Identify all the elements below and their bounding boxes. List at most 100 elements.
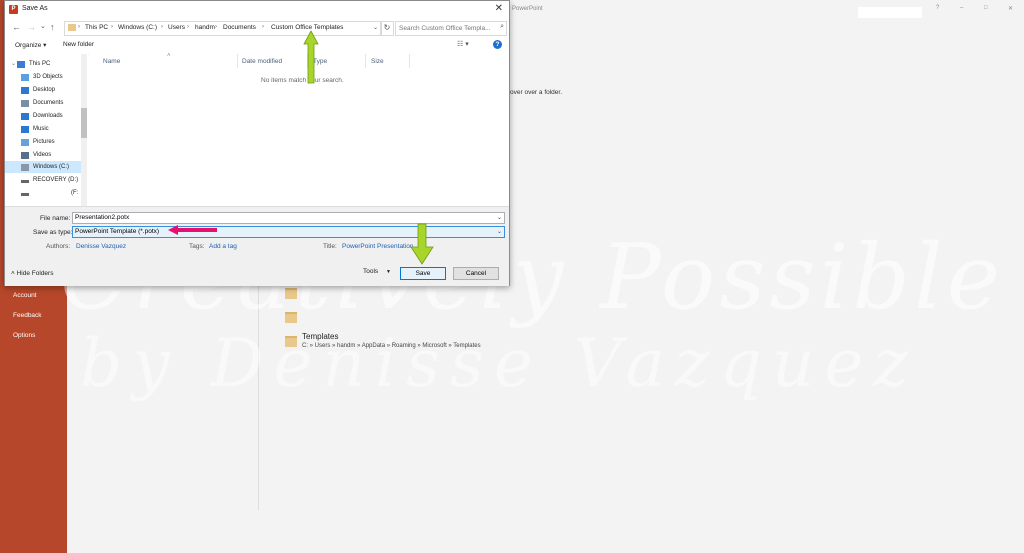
authors-value[interactable]: Denisse Vazquez (76, 243, 126, 250)
breadcrumb-windows-c[interactable]: Windows (C:) (118, 24, 157, 31)
drive-icon (21, 193, 29, 196)
breadcrumb-users[interactable]: Users (168, 24, 185, 31)
nav-options[interactable]: Options (13, 332, 35, 339)
nav-scrollbar[interactable] (81, 54, 87, 206)
help-button[interactable]: ? (936, 5, 939, 11)
column-name[interactable]: Name (103, 58, 120, 65)
title-label: Title: (323, 243, 337, 250)
organize-button[interactable]: Organize ▾ (15, 41, 46, 49)
search-icon: ⌕ (500, 23, 504, 30)
close-window-button[interactable]: ✕ (1008, 5, 1013, 12)
breadcrumb-documents[interactable]: Documents (223, 24, 256, 31)
nav-item-documents[interactable]: Documents (5, 97, 81, 109)
help-icon[interactable]: ? (493, 40, 502, 49)
close-icon[interactable]: ✕ (495, 3, 503, 14)
breadcrumb-this-pc[interactable]: This PC (85, 24, 108, 31)
nav-item-videos[interactable]: Videos (5, 149, 81, 161)
nav-item-f-drive[interactable]: (F: (5, 187, 81, 199)
file-name-field[interactable]: Presentation2.potx ⌄ (72, 212, 505, 224)
tags-value[interactable]: Add a tag (209, 243, 237, 250)
computer-icon (17, 61, 25, 68)
tools-label: Tools (363, 268, 379, 275)
cube-icon (21, 74, 29, 81)
title-value[interactable]: PowerPoint Presentation (342, 243, 414, 250)
nav-item-music[interactable]: Music (5, 123, 81, 135)
breadcrumb-separator: › (215, 24, 217, 30)
breadcrumb-separator: › (187, 24, 189, 30)
nav-label: Desktop (33, 87, 56, 93)
annotation-arrow-up (303, 30, 319, 84)
file-name-label: File name: (40, 215, 71, 222)
hover-hint: over over a folder. (510, 89, 563, 96)
account-box[interactable] (858, 7, 922, 18)
nav-account[interactable]: Account (13, 292, 37, 299)
nav-label: Downloads (33, 113, 63, 119)
address-bar[interactable]: › This PC › Windows (C:) › Users › handm… (64, 21, 382, 36)
powerpoint-icon: P (9, 5, 18, 14)
cancel-button[interactable]: Cancel (453, 267, 499, 280)
chevron-down-icon[interactable]: ⌄ (497, 214, 502, 221)
column-size[interactable]: Size (371, 58, 384, 65)
maximize-button[interactable]: □ (984, 5, 988, 11)
nav-item-desktop[interactable]: Desktop (5, 84, 81, 96)
back-arrow-icon[interactable]: ← (12, 22, 21, 32)
app-title: PowerPoint (512, 6, 543, 12)
refresh-icon[interactable]: ↻ (380, 21, 394, 36)
new-folder-button[interactable]: New folder (63, 41, 94, 48)
nav-label: Windows (C:) (33, 164, 70, 170)
nav-item-windows-c[interactable]: Windows (C:) (5, 161, 81, 173)
sort-indicator: ˄ (167, 53, 171, 59)
drive-icon (21, 164, 29, 171)
chevron-down-icon[interactable]: ⌄ (11, 60, 16, 67)
desktop-icon (21, 87, 29, 94)
navigation-pane: ⌄ This PC 3D Objects Desktop Documents D… (5, 54, 88, 206)
dialog-titlebar: P Save As ✕ (5, 1, 509, 18)
tools-menu[interactable]: Tools ▼ (363, 268, 391, 275)
nav-item-downloads[interactable]: Downloads (5, 110, 81, 122)
address-row: ← → ⌄ ↑ › This PC › Windows (C:) › Users… (5, 20, 509, 36)
column-separator[interactable] (365, 54, 366, 68)
nav-label: (F: (71, 190, 79, 196)
save-as-dialog: P Save As ✕ ← → ⌄ ↑ › This PC › Windows … (4, 0, 510, 286)
column-date-modified[interactable]: Date modified (242, 58, 282, 65)
recent-locations-icon[interactable]: ⌄ (40, 22, 46, 30)
search-box[interactable]: ⌕ (395, 21, 507, 36)
view-options-icon[interactable]: ☷ ▾ (457, 40, 469, 48)
document-icon (21, 100, 29, 107)
minimize-button[interactable]: – (960, 5, 963, 11)
scrollbar-thumb[interactable] (81, 108, 87, 138)
nav-item-pictures[interactable]: Pictures (5, 136, 81, 148)
chevron-down-icon[interactable]: ⌄ (373, 24, 378, 31)
column-separator[interactable] (409, 54, 410, 68)
folder-icon (68, 24, 76, 31)
file-name-value: Presentation2.potx (75, 214, 130, 221)
column-separator[interactable] (237, 54, 238, 68)
chevron-down-icon[interactable]: ⌄ (497, 228, 502, 235)
pictures-icon (21, 139, 29, 146)
nav-label: Pictures (33, 139, 55, 145)
nav-item-recovery-d[interactable]: RECOVERY (D:) (5, 174, 81, 186)
watermark-byline: by Denisse Vazquez (80, 325, 919, 402)
nav-label: 3D Objects (33, 74, 63, 80)
nav-label: Music (33, 126, 49, 132)
chevron-down-icon: ▼ (386, 269, 391, 275)
hide-folders-label: Hide Folders (16, 270, 54, 277)
save-button[interactable]: Save (400, 267, 446, 280)
nav-item-3d-objects[interactable]: 3D Objects (5, 71, 81, 83)
breadcrumb-separator: › (262, 24, 264, 30)
dialog-title: Save As (22, 5, 48, 12)
nav-feedback[interactable]: Feedback (13, 312, 42, 319)
file-list: ˄ Name Date modified Type Size No items … (89, 53, 509, 206)
tags-label: Tags: (189, 243, 205, 250)
nav-item-this-pc[interactable]: ⌄ This PC (5, 58, 81, 70)
breadcrumb-separator: › (111, 24, 113, 30)
search-input[interactable] (396, 23, 495, 34)
save-type-select[interactable]: PowerPoint Template (*.potx) ⌄ (72, 226, 505, 238)
hide-folders-toggle[interactable]: ˄ Hide Folders (11, 270, 53, 277)
forward-arrow-icon[interactable]: → (27, 22, 36, 32)
breadcrumb-handm[interactable]: handm (195, 24, 215, 31)
up-arrow-icon[interactable]: ↑ (50, 22, 55, 32)
annotation-arrow-down (410, 223, 434, 265)
nav-label: This PC (29, 61, 51, 67)
annotation-arrow-left (168, 225, 217, 235)
